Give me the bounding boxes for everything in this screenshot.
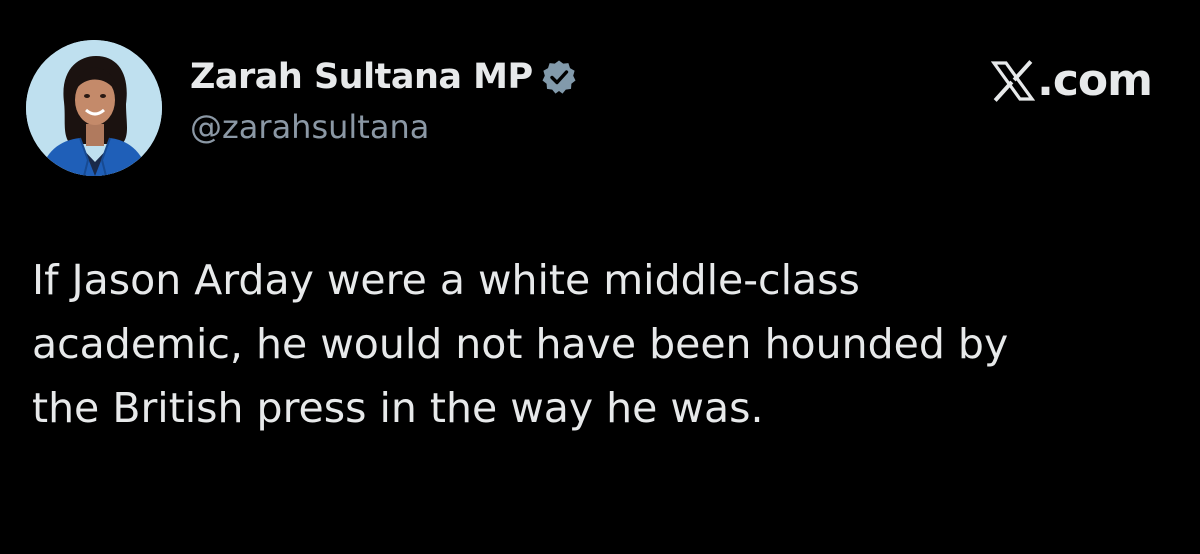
x-logo-icon [990,59,1036,103]
avatar-portrait [26,40,162,176]
tweet-text: If Jason Arday were a white middle-class… [32,248,1152,440]
tweet-text-line: the British press in the way he was. [32,384,764,432]
avatar[interactable] [26,40,162,176]
brand-domain-text: .com [1037,55,1153,106]
author-display-name[interactable]: Zarah Sultana MP [190,57,533,97]
verified-badge-icon[interactable] [541,59,577,95]
tweet-card: Zarah Sultana MP @zarahsultana .com If J… [0,0,1200,554]
brand-watermark: .com [990,55,1153,106]
tweet-text-line: academic, he would not have been hounded… [32,320,1009,368]
author-handle[interactable]: @zarahsultana [190,108,429,146]
tweet-text-line: If Jason Arday were a white middle-class [32,256,860,304]
author-name-row: Zarah Sultana MP [190,52,577,102]
